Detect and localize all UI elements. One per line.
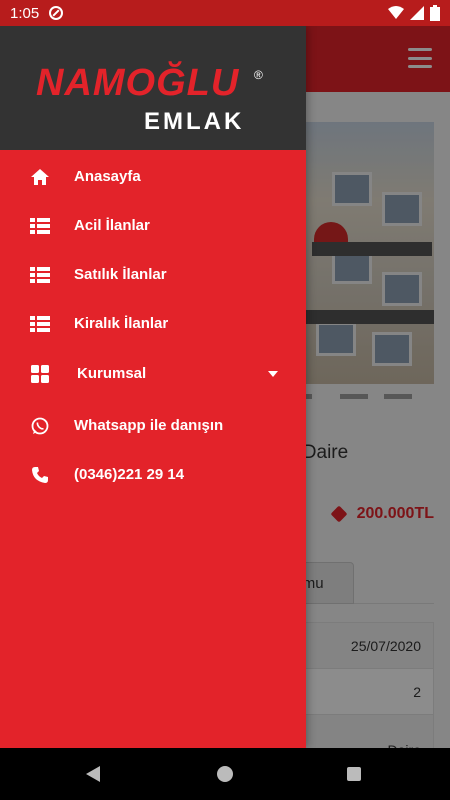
do-not-disturb-icon (49, 6, 64, 20)
logo-sub-text: EMLAK (144, 108, 245, 135)
menu-item-kiralik-ilanlar[interactable]: Kiralık İlanlar (0, 299, 306, 348)
menu-item-label: Kiralık İlanlar (74, 315, 169, 332)
menu-item-kurumsal[interactable]: Kurumsal (0, 349, 306, 398)
grid-icon (30, 364, 50, 383)
logo-brand-text: NAMOĞLU (36, 62, 240, 104)
menu-item-label: Anasayfa (74, 168, 141, 185)
chevron-down-icon[interactable] (268, 370, 278, 377)
home-button-icon[interactable] (217, 766, 233, 782)
home-icon (30, 168, 50, 186)
system-nav-bar (0, 748, 450, 800)
list-icon (30, 266, 50, 284)
menu-item-acil-ilanlar[interactable]: Acil İlanlar (0, 201, 306, 250)
drawer-header: NAMOĞLU ® EMLAK (0, 26, 306, 150)
list-icon (30, 217, 50, 235)
menu-item-phone[interactable]: (0346)221 29 14 (0, 450, 306, 499)
back-icon[interactable] (86, 766, 100, 782)
battery-icon (430, 5, 440, 21)
signal-icon (410, 6, 424, 20)
phone-icon (30, 466, 50, 484)
wifi-icon (388, 6, 404, 19)
navigation-drawer: NAMOĞLU ® EMLAK Anasayfa Acil İlanlar Sa… (0, 26, 306, 748)
list-icon (30, 315, 50, 333)
status-time: 1:05 (10, 4, 40, 22)
menu-item-label: Acil İlanlar (74, 217, 150, 234)
logo-registered-mark: ® (254, 68, 263, 82)
menu-item-label: Satılık İlanlar (74, 266, 167, 283)
status-icons (388, 5, 440, 21)
menu-item-label: Kurumsal (77, 365, 147, 382)
menu-item-anasayfa[interactable]: Anasayfa (0, 152, 306, 201)
status-bar: 1:05 (0, 0, 450, 26)
whatsapp-icon (30, 417, 50, 435)
menu-item-label: Whatsapp ile danışın (74, 417, 224, 434)
menu-item-label: (0346)221 29 14 (74, 466, 185, 483)
menu-item-satilik-ilanlar[interactable]: Satılık İlanlar (0, 250, 306, 299)
menu-item-whatsapp[interactable]: Whatsapp ile danışın (0, 401, 306, 450)
recents-icon[interactable] (347, 767, 361, 781)
